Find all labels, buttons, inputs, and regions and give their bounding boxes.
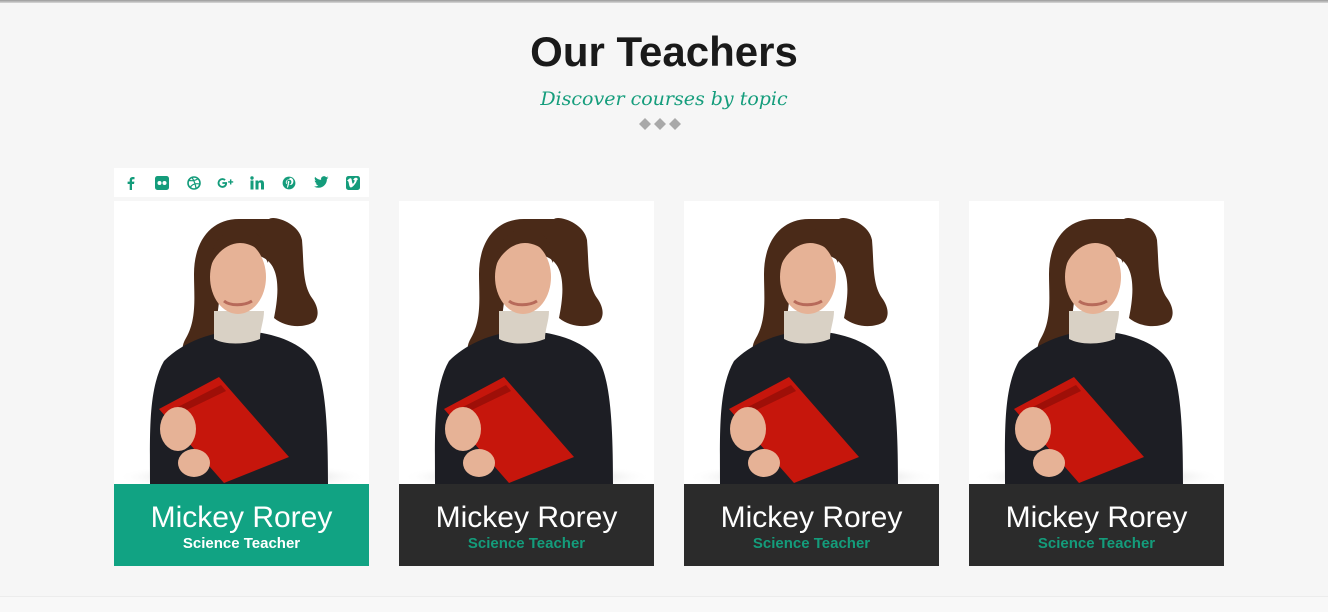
twitter-icon[interactable] xyxy=(312,174,330,192)
teacher-name[interactable]: Mickey Rorey xyxy=(114,484,369,535)
teacher-caption: Mickey Rorey Science Teacher xyxy=(399,484,654,566)
diamond-divider-icon xyxy=(639,118,681,130)
section-title: Our Teachers xyxy=(530,28,798,75)
facebook-icon[interactable] xyxy=(121,174,139,192)
teacher-photo xyxy=(399,201,654,484)
teacher-name[interactable]: Mickey Rorey xyxy=(399,484,654,535)
teacher-photo xyxy=(114,201,369,484)
teacher-card[interactable]: Mickey Rorey Science Teacher xyxy=(114,201,369,566)
dribbble-icon[interactable] xyxy=(185,174,203,192)
teacher-role: Science Teacher xyxy=(1037,535,1156,552)
teacher-role: Science Teacher xyxy=(182,535,301,552)
teacher-card[interactable]: Mickey Rorey Science Teacher xyxy=(399,201,654,566)
top-border xyxy=(0,0,1328,3)
linkedin-icon[interactable] xyxy=(248,174,266,192)
teacher-photo xyxy=(969,201,1224,484)
pinterest-icon[interactable] xyxy=(280,174,298,192)
teacher-role: Science Teacher xyxy=(467,535,586,552)
vimeo-icon[interactable] xyxy=(344,174,362,192)
teacher-caption: Mickey Rorey Science Teacher xyxy=(114,484,369,566)
teacher-card[interactable]: Mickey Rorey Science Teacher xyxy=(684,201,939,566)
google-plus-icon[interactable] xyxy=(217,174,235,192)
teacher-photo xyxy=(684,201,939,484)
page-bottom-band xyxy=(0,596,1328,612)
teacher-card[interactable]: Mickey Rorey Science Teacher xyxy=(969,201,1224,566)
flickr-icon[interactable] xyxy=(153,174,171,192)
teacher-role: Science Teacher xyxy=(752,535,871,552)
section-subtitle: Discover courses by topic xyxy=(540,88,788,110)
teacher-caption: Mickey Rorey Science Teacher xyxy=(969,484,1224,566)
teacher-name[interactable]: Mickey Rorey xyxy=(684,484,939,535)
social-links-bar xyxy=(114,168,369,197)
teacher-caption: Mickey Rorey Science Teacher xyxy=(684,484,939,566)
teacher-name[interactable]: Mickey Rorey xyxy=(969,484,1224,535)
